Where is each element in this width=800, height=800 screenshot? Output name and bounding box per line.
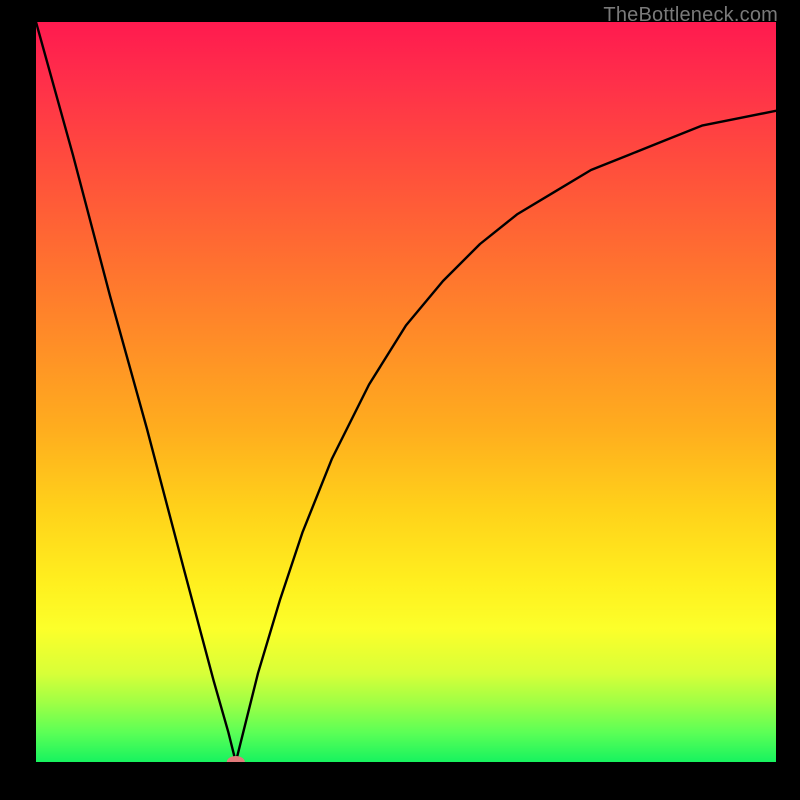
chart-frame: TheBottleneck.com xyxy=(0,0,800,800)
plot-area xyxy=(36,22,776,762)
curve-svg xyxy=(36,22,776,762)
bottleneck-curve xyxy=(36,22,776,762)
minimum-marker xyxy=(227,756,245,762)
